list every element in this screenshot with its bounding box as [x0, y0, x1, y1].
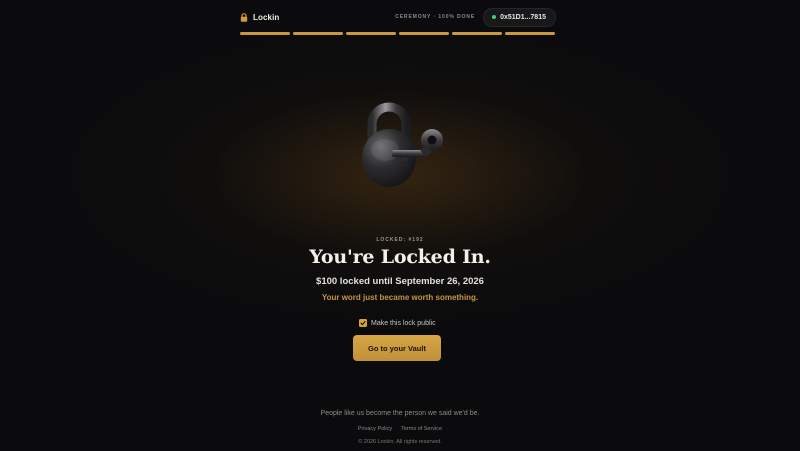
- page: Lockin CEREMONY · 100% DONE 0x51D1...781…: [0, 0, 800, 451]
- page-title: You're Locked In.: [309, 246, 491, 268]
- progress-segment: [293, 32, 343, 35]
- lock-id: LOCKED: #192: [376, 237, 424, 243]
- tagline: Your word just became worth something.: [321, 293, 479, 302]
- public-checkbox[interactable]: [359, 319, 367, 327]
- progress-segment: [399, 32, 449, 35]
- footer-quote: People like us become the person we said…: [320, 410, 480, 417]
- ceremony-status: CEREMONY · 100% DONE: [395, 14, 476, 20]
- public-toggle[interactable]: Make this lock public: [359, 318, 436, 328]
- public-toggle-label: Make this lock public: [371, 319, 436, 327]
- wallet-button[interactable]: 0x51D1...7815: [483, 7, 556, 27]
- progress-segment: [505, 32, 555, 35]
- wallet-address: 0x51D1...7815: [500, 13, 546, 21]
- brand[interactable]: Lockin: [240, 13, 279, 22]
- progress-segment: [240, 32, 290, 35]
- padlock-with-key-icon: [362, 102, 443, 187]
- status-dot-icon: [492, 15, 497, 19]
- header-right: CEREMONY · 100% DONE 0x51D1...7815: [395, 7, 556, 27]
- ceremony-progress: [240, 32, 555, 35]
- lock-summary: $100 locked until September 26, 2026: [316, 276, 484, 287]
- lock-icon: [240, 12, 248, 22]
- checkmark-icon: [360, 321, 366, 326]
- copyright: © 2026 Lockin. All rights reserved.: [358, 439, 442, 445]
- top-bar: Lockin CEREMONY · 100% DONE 0x51D1...781…: [240, 6, 556, 28]
- terms-of-service-link[interactable]: Terms of Service: [401, 426, 442, 432]
- progress-segment: [452, 32, 502, 35]
- go-to-vault-button[interactable]: Go to your Vault: [353, 335, 441, 361]
- privacy-policy-link[interactable]: Privacy Policy: [358, 426, 392, 432]
- brand-name: Lockin: [253, 12, 280, 22]
- footer-links: Privacy Policy Terms of Service: [0, 426, 800, 432]
- progress-segment: [346, 32, 396, 35]
